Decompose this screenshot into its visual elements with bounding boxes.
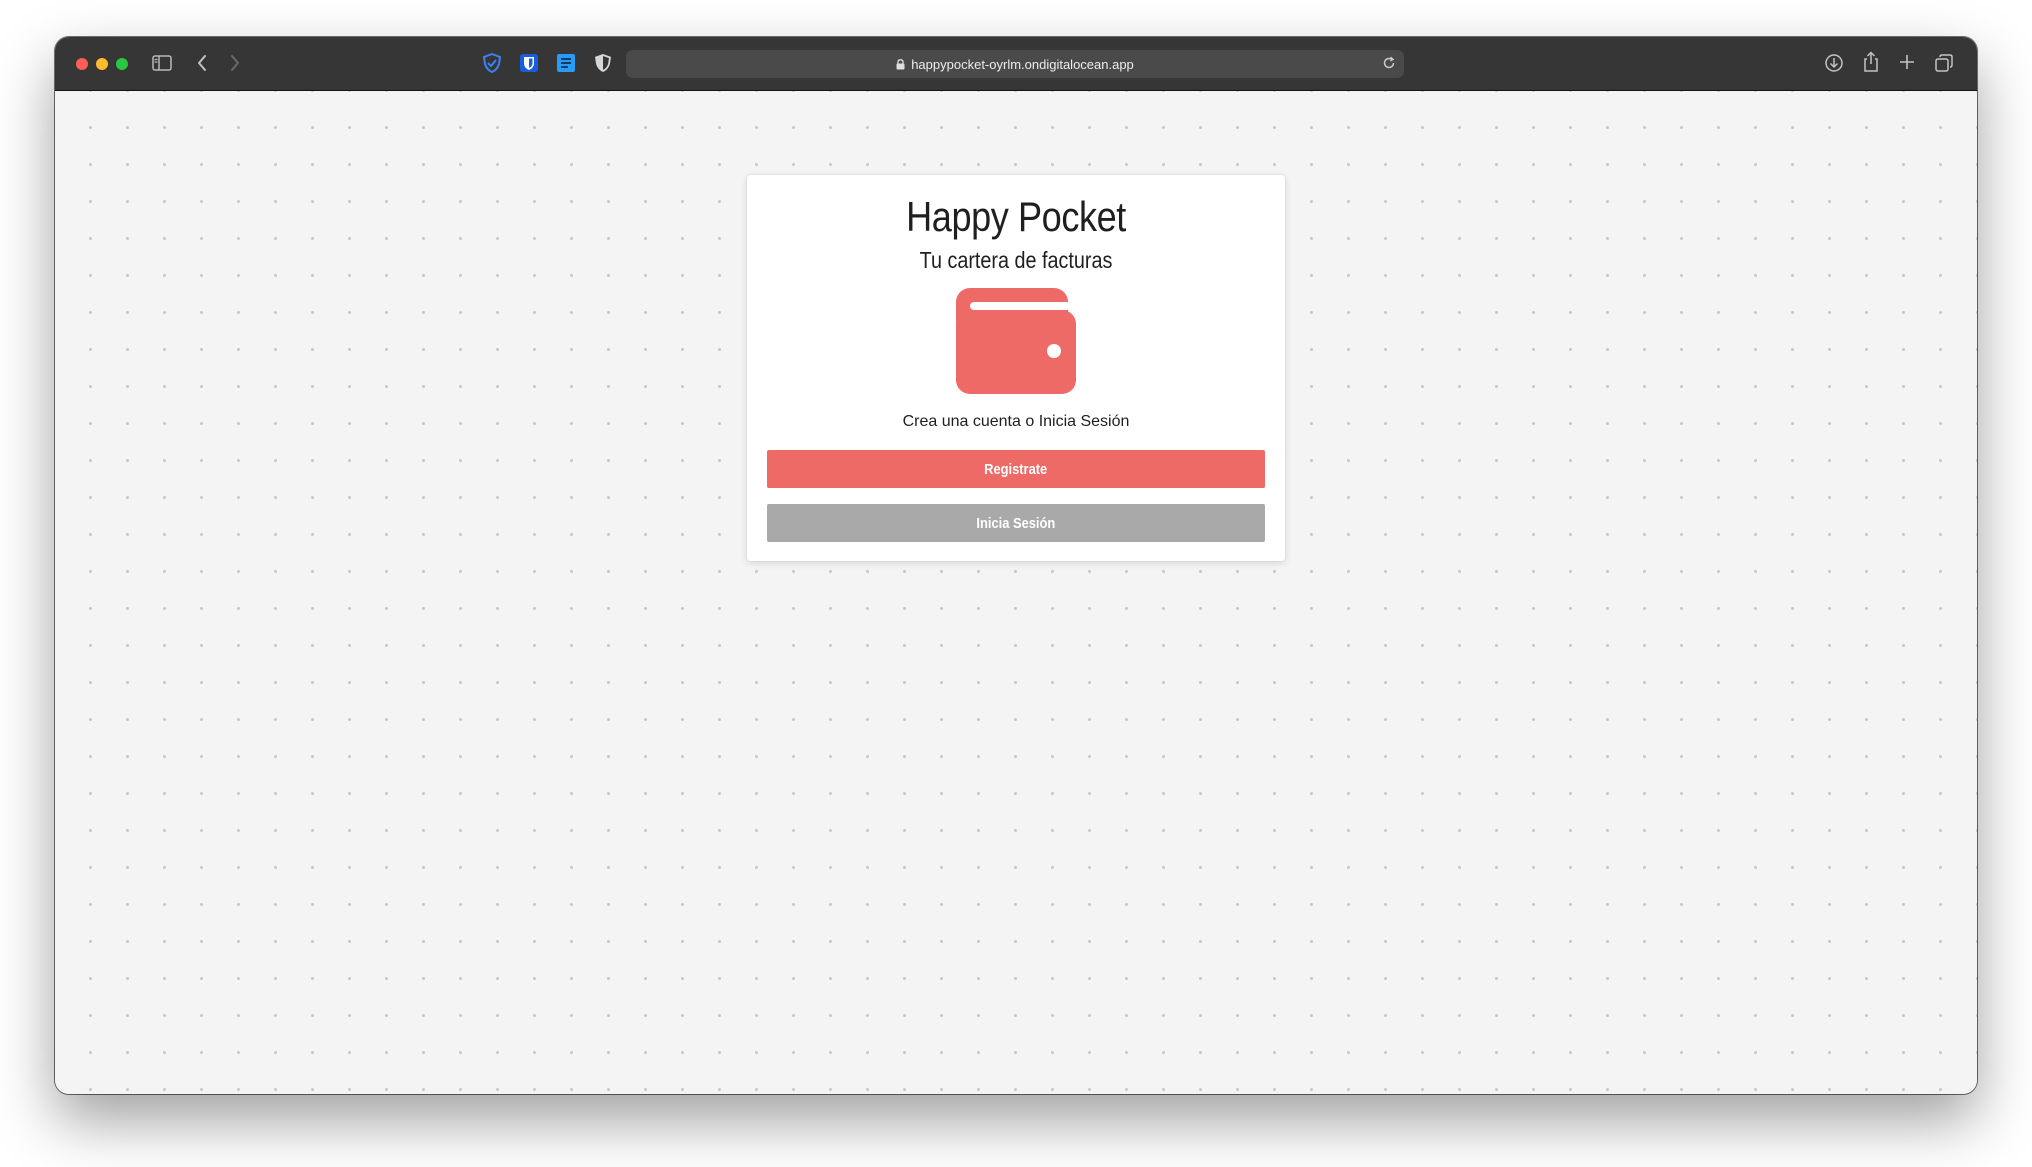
new-tab-plus-icon[interactable]	[1898, 53, 1916, 71]
page-content: Happy Pocket Tu cartera de facturas Crea…	[55, 91, 1977, 1094]
browser-toolbar: happypocket-oyrlm.ondigitalocean.app	[55, 37, 1977, 91]
address-bar[interactable]: happypocket-oyrlm.ondigitalocean.app	[626, 50, 1404, 78]
register-button-label: Registrate	[984, 460, 1048, 478]
welcome-card: Happy Pocket Tu cartera de facturas Crea…	[747, 175, 1285, 561]
login-button-label: Inicia Sesión	[976, 514, 1056, 532]
login-button[interactable]: Inicia Sesión	[767, 504, 1265, 542]
app-title: Happy Pocket	[906, 193, 1126, 240]
minimize-window-button[interactable]	[96, 58, 108, 70]
tab-overview-icon[interactable]	[1934, 53, 1954, 73]
url-text: happypocket-oyrlm.ondigitalocean.app	[911, 56, 1134, 72]
bookmark-extension-icon[interactable]	[556, 53, 576, 73]
wallet-icon	[956, 288, 1076, 399]
zoom-window-button[interactable]	[116, 58, 128, 70]
sidebar-toggle-icon[interactable]	[152, 54, 172, 72]
shield-extension-icon[interactable]	[593, 53, 613, 73]
bitwarden-extension-icon[interactable]	[519, 53, 539, 73]
reload-icon[interactable]	[1382, 56, 1396, 73]
forward-arrow-icon[interactable]	[229, 54, 241, 72]
auth-prompt: Crea una cuenta o Inicia Sesión	[902, 413, 1130, 430]
lock-icon	[896, 58, 905, 70]
privacy-shield-extension-icon[interactable]	[482, 53, 502, 73]
register-button[interactable]: Registrate	[767, 450, 1265, 488]
download-icon[interactable]	[1824, 53, 1844, 73]
back-arrow-icon[interactable]	[196, 54, 208, 72]
app-subtitle: Tu cartera de facturas	[919, 247, 1113, 273]
browser-window: happypocket-oyrlm.ondigitalocean.app Hap…	[55, 37, 1977, 1094]
close-window-button[interactable]	[76, 58, 88, 70]
share-icon[interactable]	[1861, 51, 1881, 73]
